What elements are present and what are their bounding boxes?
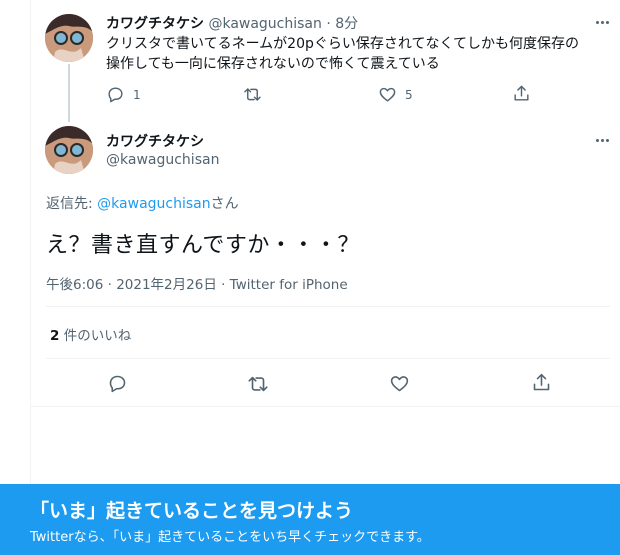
share-icon: [514, 85, 529, 101]
like-count: 5: [405, 87, 413, 102]
handle[interactable]: @kawaguchisan: [106, 152, 219, 168]
reply-count: 1: [133, 87, 141, 102]
reply-to-handle-link[interactable]: @kawaguchisan: [97, 196, 210, 212]
tweet-text: クリスタで書いてるネームが20pぐらい保存されてなくてしかも何度保存の 操作して…: [106, 34, 579, 74]
likes-count: 2: [50, 328, 60, 344]
retweet-icon: [244, 88, 261, 101]
share-button[interactable]: [512, 84, 531, 103]
thread-line: [68, 64, 70, 122]
reply-icon: [109, 375, 126, 393]
separator: ·: [326, 16, 331, 32]
avatar[interactable]: [45, 14, 93, 62]
tweet-timestamp[interactable]: 午後6:06 · 2021年2月26日 · Twitter for iPhone: [46, 273, 348, 293]
banner-subtitle: Twitterなら、「いま」起きていることをいち早くチェックできます。: [30, 530, 430, 545]
handle-block: @kawaguchisan: [106, 152, 219, 168]
more-icon[interactable]: [592, 12, 612, 32]
reply-to: 返信先: @kawaguchisanさん: [46, 193, 239, 213]
reply-to-suffix: さん: [210, 196, 239, 212]
display-name-block: カワグチタケシ: [106, 131, 204, 151]
share-icon: [533, 373, 550, 391]
banner-title: 「いま」起きていることを見つけよう: [30, 500, 354, 522]
signup-banner: 「いま」起きていることを見つけよう Twitterなら、「いま」起きていることを…: [0, 484, 620, 555]
share-button[interactable]: [531, 372, 552, 393]
likes-summary[interactable]: 2 件のいいね: [50, 324, 131, 344]
tweet-header: カワグチタケシ @kawaguchisan · 8分: [106, 13, 358, 33]
tweet-time[interactable]: 8分: [335, 16, 358, 32]
divider: [30, 406, 620, 407]
reply-button[interactable]: [107, 373, 128, 394]
retweet-icon: [248, 376, 268, 392]
retweet-button[interactable]: [243, 85, 262, 104]
divider: [46, 306, 610, 307]
divider: [46, 358, 610, 359]
retweet-button[interactable]: [247, 373, 269, 395]
likes-label: 件のいいね: [59, 328, 132, 344]
display-name[interactable]: カワグチタケシ: [106, 134, 204, 150]
like-button[interactable]: 5: [378, 85, 413, 104]
handle[interactable]: @kawaguchisan: [208, 16, 321, 32]
reply-button[interactable]: 1: [106, 85, 141, 104]
reply-to-label: 返信先:: [46, 196, 98, 212]
display-name[interactable]: カワグチタケシ: [106, 16, 204, 32]
tweet-text: え？書き直すんですか・・・？: [46, 233, 360, 258]
more-icon[interactable]: [592, 130, 612, 150]
like-icon: [390, 376, 409, 392]
like-icon: [379, 87, 396, 102]
tweet-text-line: クリスタで書いてるネームが20pぐらい保存されてなくてしかも何度保存の: [106, 36, 580, 52]
like-button[interactable]: [389, 373, 410, 394]
avatar[interactable]: [45, 126, 93, 174]
tweet-text-line: 操作しても一向に保存されないので怖くて震えている: [106, 56, 440, 72]
reply-icon: [108, 87, 123, 103]
